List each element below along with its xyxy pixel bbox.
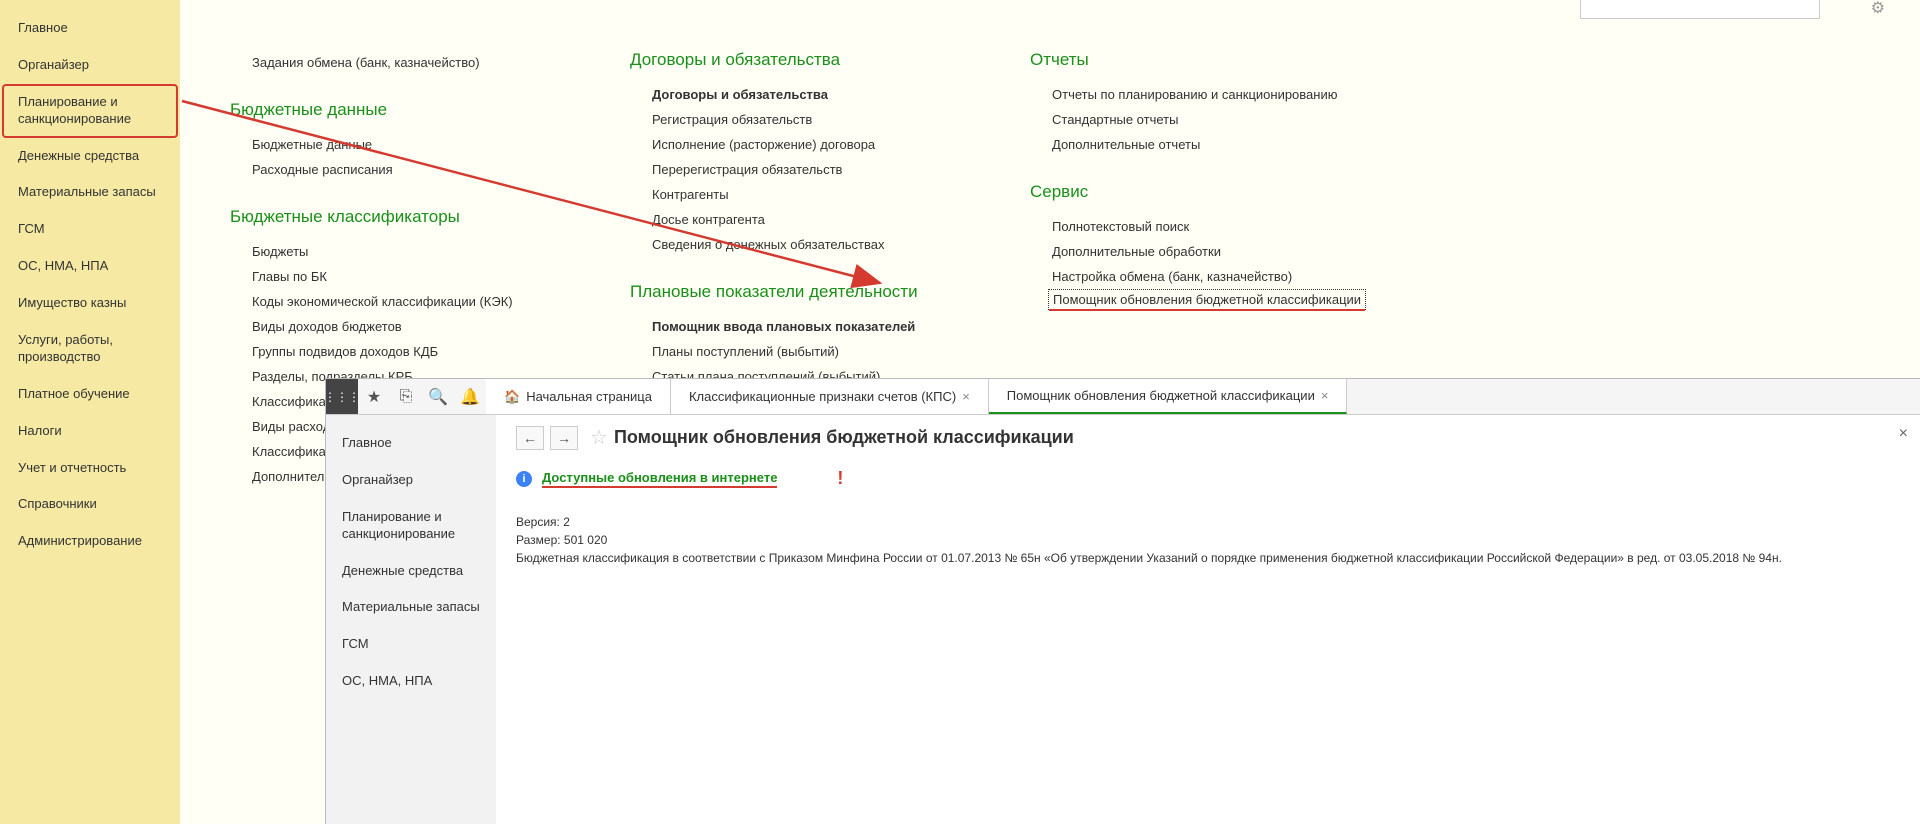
search-input[interactable] [1580,0,1820,19]
section-planned-indicators: Плановые показатели деятельности [630,282,950,302]
link-kdb-groups[interactable]: Группы подвидов доходов КДБ [230,339,550,364]
link-exec-contract[interactable]: Исполнение (расторжение) договора [630,132,950,157]
link-additional-reports[interactable]: Дополнительные отчеты [1030,132,1366,157]
link-reports-planning[interactable]: Отчеты по планированию и санкционировани… [1030,82,1366,107]
sidebar-item-services[interactable]: Услуги, работы, производство [0,322,180,376]
sub-sidebar-gsm[interactable]: ГСМ [326,626,496,663]
sidebar-item-planning[interactable]: Планирование и санкционирование [2,84,178,138]
link-budgets[interactable]: Бюджеты [230,239,550,264]
link-kek[interactable]: Коды экономической классификации (КЭК) [230,289,550,314]
tab-wizard[interactable]: Помощник обновления бюджетной классифика… [989,379,1348,414]
main-sidebar: Главное Органайзер Планирование и санкци… [0,0,180,824]
close-icon[interactable]: × [962,389,970,404]
link-reg-obligations[interactable]: Регистрация обязательств [630,107,950,132]
link-exchange-tasks[interactable]: Задания обмена (банк, казначейство) [230,50,550,75]
link-exchange-settings[interactable]: Настройка обмена (банк, казначейство) [1030,264,1366,289]
size-label: Размер: 501 020 [516,531,1900,549]
sidebar-item-treasury[interactable]: Имущество казны [0,285,180,322]
star-icon[interactable]: ☆ [590,425,608,450]
subwindow: ⋮⋮⋮ ★ ⎘ 🔍 🔔 🏠 Начальная страница Классиф… [325,378,1920,824]
link-budget-data[interactable]: Бюджетные данные [230,132,550,157]
forward-button[interactable]: → [550,426,578,450]
sidebar-item-taxes[interactable]: Налоги [0,413,180,450]
link-additional-processing[interactable]: Дополнительные обработки [1030,239,1366,264]
close-icon[interactable]: × [1899,425,1908,443]
link-dossier[interactable]: Досье контрагента [630,207,950,232]
sidebar-item-paid-edu[interactable]: Платное обучение [0,376,180,413]
description-text: Бюджетная классификация в соответствии с… [516,549,1900,567]
tab-home[interactable]: 🏠 Начальная страница [486,379,671,414]
link-expense-schedules[interactable]: Расходные расписания [230,157,550,182]
link-income-types[interactable]: Виды доходов бюджетов [230,314,550,339]
sub-sidebar-organizer[interactable]: Органайзер [326,462,496,499]
status-link-updates[interactable]: Доступные обновления в интернете [542,470,777,488]
link-money-obl-info[interactable]: Сведения о денежных обязательствах [630,232,950,257]
info-icon: i [516,471,532,487]
sub-sidebar-os[interactable]: ОС, НМА, НПА [326,663,496,700]
link-fulltext-search[interactable]: Полнотекстовый поиск [1030,214,1366,239]
home-icon: 🏠 [504,389,520,405]
sub-sidebar: Главное Органайзер Планирование и санкци… [326,415,496,824]
sidebar-item-gsm[interactable]: ГСМ [0,211,180,248]
settings-icon[interactable]: ⚙ [1871,0,1885,18]
apps-icon[interactable]: ⋮⋮⋮ [326,379,358,414]
link-counterparties[interactable]: Контрагенты [630,182,950,207]
sub-sidebar-cash[interactable]: Денежные средства [326,553,496,590]
sub-sidebar-main[interactable]: Главное [326,425,496,462]
section-service: Сервис [1030,182,1366,202]
tab-home-label: Начальная страница [526,389,652,404]
section-budget-classifiers: Бюджетные классификаторы [230,207,550,227]
sidebar-item-main[interactable]: Главное [0,10,180,47]
tab-wizard-label: Помощник обновления бюджетной классифика… [1007,388,1315,403]
sidebar-item-refs[interactable]: Справочники [0,486,180,523]
link-standard-reports[interactable]: Стандартные отчеты [1030,107,1366,132]
sidebar-item-materials[interactable]: Материальные запасы [0,174,180,211]
close-icon[interactable]: × [1321,388,1329,403]
sub-toolbar: ⋮⋮⋮ ★ ⎘ 🔍 🔔 🏠 Начальная страница Классиф… [326,379,1920,415]
section-reports: Отчеты [1030,50,1366,70]
link-bk-chapters[interactable]: Главы по БК [230,264,550,289]
version-label: Версия: 2 [516,513,1900,531]
tab-kps[interactable]: Классификационные признаки счетов (КПС) … [671,379,989,414]
tab-kps-label: Классификационные признаки счетов (КПС) [689,389,956,404]
search-icon[interactable]: 🔍 [422,379,454,414]
exclamation-icon: ! [837,468,843,489]
link-plan-wizard[interactable]: Помощник ввода плановых показателей [630,314,950,339]
sidebar-item-admin[interactable]: Администрирование [0,523,180,560]
favorite-icon[interactable]: ★ [358,379,390,414]
sub-sidebar-materials[interactable]: Материальные запасы [326,589,496,626]
sub-main: ← → ☆ Помощник обновления бюджетной клас… [496,415,1920,824]
link-rereg-obl[interactable]: Перерегистрация обязательств [630,157,950,182]
clipboard-icon[interactable]: ⎘ [390,379,422,414]
section-budget-data: Бюджетные данные [230,100,550,120]
bell-icon[interactable]: 🔔 [454,379,486,414]
sidebar-item-cash[interactable]: Денежные средства [0,138,180,175]
link-contracts[interactable]: Договоры и обязательства [630,82,950,107]
sidebar-item-accounting[interactable]: Учет и отчетность [0,450,180,487]
link-income-plans[interactable]: Планы поступлений (выбытий) [630,339,950,364]
back-button[interactable]: ← [516,426,544,450]
page-title: Помощник обновления бюджетной классифика… [614,427,1074,448]
sidebar-item-organizer[interactable]: Органайзер [0,47,180,84]
details-block: Версия: 2 Размер: 501 020 Бюджетная клас… [516,513,1900,567]
sidebar-item-os[interactable]: ОС, НМА, НПА [0,248,180,285]
sub-sidebar-planning[interactable]: Планирование и санкционирование [326,499,496,553]
section-contracts: Договоры и обязательства [630,50,950,70]
link-budget-class-wizard[interactable]: Помощник обновления бюджетной классифика… [1048,289,1366,310]
